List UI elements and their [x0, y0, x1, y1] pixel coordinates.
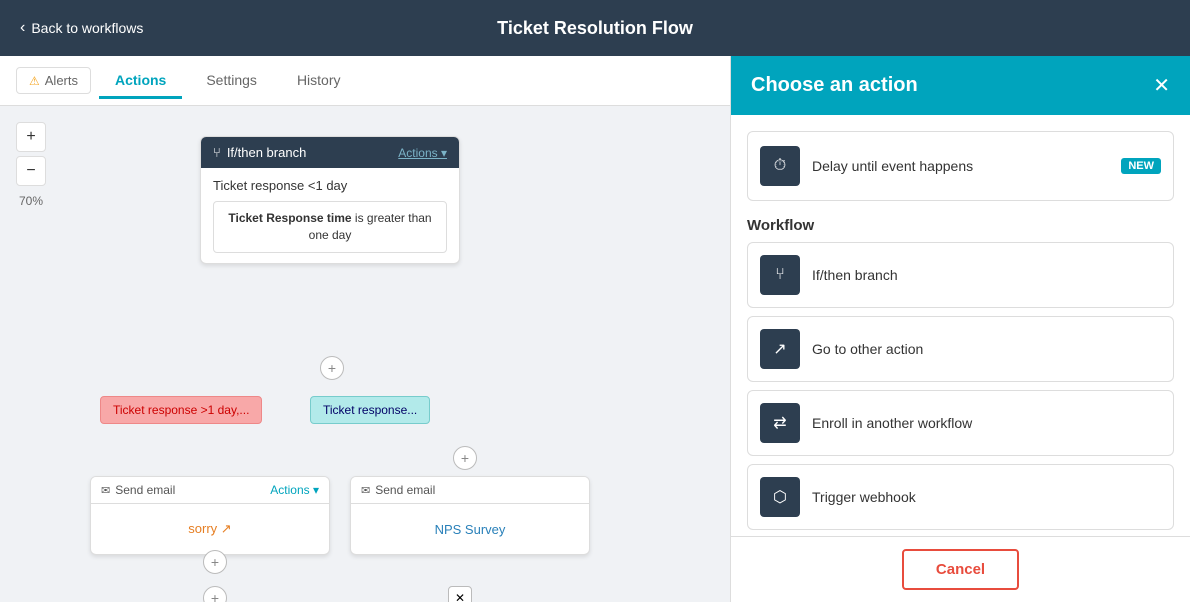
close-node-button[interactable]: ✕ [448, 586, 472, 602]
email-icon-left: ✉ [101, 484, 110, 497]
send-email-right-header-left: ✉ Send email [361, 483, 435, 497]
if-then-branch-node: ⑂ If/then branch Actions ▾ Ticket respon… [200, 136, 460, 264]
workflow-item-3[interactable]: ⬡ Trigger webhook [747, 464, 1174, 530]
action-panel-header: Choose an action ✕ [731, 56, 1190, 115]
top-nav: ‹ Back to workflows Ticket Resolution Fl… [0, 0, 1190, 56]
zoom-out-button[interactable]: − [16, 156, 46, 186]
tab-actions[interactable]: Actions [99, 64, 182, 99]
node-header: ⑂ If/then branch Actions ▾ [201, 137, 459, 168]
alerts-button[interactable]: ⚠ Alerts [16, 67, 91, 94]
workflow-section-title: Workflow [747, 217, 1174, 234]
send-email-left-label: Send email [115, 483, 175, 497]
workflow-label-3: Trigger webhook [812, 489, 1161, 505]
node-body: Ticket response <1 day Ticket Response t… [201, 168, 459, 263]
send-email-node-left: ✉ Send email Actions ▾ sorry ↗ [90, 476, 330, 555]
back-label: Back to workflows [31, 20, 143, 36]
node-header-left: ⑂ If/then branch [213, 145, 306, 160]
back-arrow-icon: ‹ [20, 19, 25, 37]
close-panel-button[interactable]: ✕ [1153, 76, 1170, 96]
plus-button-below-left[interactable]: + [203, 550, 227, 574]
page-title: Ticket Resolution Flow [497, 18, 693, 39]
workflow-label-0: If/then branch [812, 267, 1161, 283]
action-panel: Choose an action ✕ ⏱ Delay until event h… [730, 56, 1190, 602]
workflow-icon-3: ⬡ [760, 477, 800, 517]
send-email-right-body: NPS Survey [351, 504, 589, 554]
workflow-icon-2: ⇄ [760, 403, 800, 443]
workflow-label-1: Go to other action [812, 341, 1161, 357]
branch-label: Ticket response <1 day [213, 178, 447, 193]
send-email-node-right: ✉ Send email NPS Survey [350, 476, 590, 555]
condition-box: Ticket Response time is greater than one… [213, 201, 447, 253]
send-email-left-header: ✉ Send email Actions ▾ [91, 477, 329, 504]
zoom-level: 70% [16, 194, 46, 208]
workflow-item-0[interactable]: ⑂ If/then branch [747, 242, 1174, 308]
plus-button-final[interactable]: + [203, 586, 227, 602]
back-to-workflows-link[interactable]: ‹ Back to workflows [20, 19, 143, 37]
plus-button-below-right[interactable]: + [453, 446, 477, 470]
cancel-button[interactable]: Cancel [902, 549, 1019, 590]
send-email-header-left: ✉ Send email [101, 483, 175, 497]
zoom-in-button[interactable]: + [16, 122, 46, 152]
send-email-right-label: Send email [375, 483, 435, 497]
main-area: ⚠ Alerts Actions Settings History + − 70… [0, 56, 1190, 602]
delay-item[interactable]: ⏱ Delay until event happens NEW [747, 131, 1174, 201]
branch-red-label: Ticket response >1 day,... [100, 396, 262, 424]
alert-icon: ⚠ [29, 74, 40, 88]
delay-icon-glyph: ⏱ [774, 157, 786, 175]
nps-link[interactable]: NPS Survey [435, 522, 506, 537]
action-panel-footer: Cancel [731, 536, 1190, 602]
workflow-nodes: ⑂ If/then branch Actions ▾ Ticket respon… [80, 126, 730, 602]
tab-settings[interactable]: Settings [190, 64, 273, 99]
action-panel-body: ⏱ Delay until event happens NEW Workflow… [731, 115, 1190, 536]
node-actions-link[interactable]: Actions ▾ [398, 146, 447, 160]
workflow-icon-0: ⑂ [760, 255, 800, 295]
zoom-controls: + − 70% [16, 122, 46, 208]
canvas-area: ⚠ Alerts Actions Settings History + − 70… [0, 56, 730, 602]
tab-history[interactable]: History [281, 64, 357, 99]
delay-label: Delay until event happens [812, 158, 1109, 174]
workflow-label-2: Enroll in another workflow [812, 415, 1161, 431]
branch-icon: ⑂ [213, 145, 221, 160]
delay-icon: ⏱ [760, 146, 800, 186]
send-email-right-header: ✉ Send email [351, 477, 589, 504]
sorry-link[interactable]: sorry ↗ [188, 521, 231, 537]
tabs-bar: ⚠ Alerts Actions Settings History [0, 56, 730, 106]
send-email-left-body: sorry ↗ [91, 504, 329, 554]
workflow-icon-1: ↗ [760, 329, 800, 369]
action-panel-title: Choose an action [751, 74, 918, 97]
if-then-header-label: If/then branch [227, 145, 307, 160]
alerts-label: Alerts [45, 73, 78, 88]
workflow-item-2[interactable]: ⇄ Enroll in another workflow [747, 390, 1174, 456]
canvas-content: + − 70% ⑂ If/then branch Actions ▾ [0, 106, 730, 602]
new-badge: NEW [1121, 158, 1161, 174]
send-email-actions-link[interactable]: Actions ▾ [270, 483, 319, 497]
plus-button-center[interactable]: + [320, 356, 344, 380]
branch-teal-label: Ticket response... [310, 396, 430, 424]
email-icon-right: ✉ [361, 484, 370, 497]
workflow-item-1[interactable]: ↗ Go to other action [747, 316, 1174, 382]
